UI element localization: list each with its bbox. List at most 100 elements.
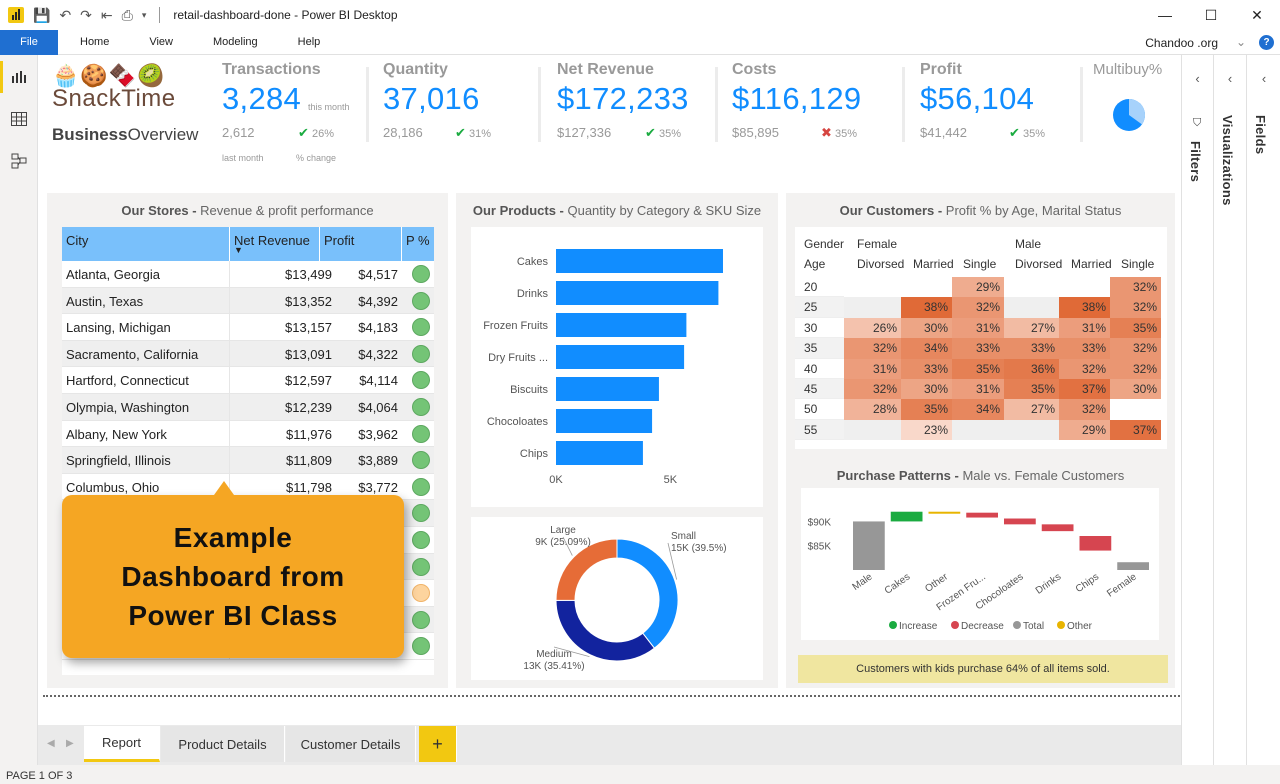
account-name[interactable]: Chandoo .org (1145, 36, 1218, 50)
redo-icon[interactable]: ↷ (80, 8, 92, 22)
purchase-waterfall-chart[interactable]: $90K $85K Male Cakes Other Frozen Fru... Choco… (801, 488, 1159, 640)
heatmap-cell[interactable]: 32% (1110, 277, 1161, 298)
heatmap-cell[interactable]: 32% (952, 297, 1004, 318)
heatmap-cell[interactable]: 29% (952, 277, 1004, 298)
collapse-chevron-icon[interactable]: ‹ (1247, 71, 1280, 86)
heatmap-cell[interactable]: 32% (844, 338, 901, 359)
undo-icon[interactable]: ↶ (59, 8, 71, 22)
file-tab[interactable]: File (0, 29, 58, 55)
sort-desc-icon[interactable]: ▼ (234, 245, 243, 255)
heatmap-cell[interactable]: 32% (1110, 297, 1161, 318)
heatmap-cell[interactable]: 32% (1110, 358, 1161, 379)
add-page-button[interactable]: + (419, 726, 457, 762)
table-row[interactable]: Lansing, Michigan $13,157 $4,183 (62, 314, 434, 341)
heatmap-cell[interactable]: 29% (1059, 419, 1110, 441)
kpi-net-revenue[interactable]: Net Revenue $172,233 $127,336 ✔ 35% (557, 61, 717, 151)
category-bar-chart[interactable]: Cakes Drinks Frozen Fruits Dry Fruits ... Bi… (471, 227, 763, 507)
tab-report[interactable]: Report (84, 726, 160, 762)
kpi-quantity[interactable]: Quantity 37,016 28,186 ✔ 31% (383, 61, 543, 151)
heatmap-cell[interactable]: 27% (1004, 399, 1059, 420)
table-row[interactable]: Austin, Texas $13,352 $4,392 (62, 287, 434, 315)
fields-pane[interactable]: ‹ Fields (1247, 55, 1280, 765)
heatmap-cell[interactable]: 35% (1004, 379, 1059, 400)
table-row[interactable]: Springfield, Illinois $11,809 $3,889 (62, 447, 434, 474)
heatmap-cell[interactable]: 28% (844, 399, 901, 420)
table-row[interactable]: Atlanta, Georgia $13,499 $4,517 (62, 261, 434, 288)
collapse-chevron-icon[interactable]: ‹ (1214, 71, 1246, 86)
heatmap-cell[interactable]: 31% (844, 358, 901, 379)
data-view-icon[interactable] (9, 109, 29, 129)
heatmap-cell[interactable]: 31% (952, 317, 1004, 339)
heatmap-cell[interactable]: 37% (1110, 419, 1161, 441)
heatmap-cell[interactable] (844, 419, 901, 441)
collapse-chevron-icon[interactable]: ‹ (1182, 71, 1213, 86)
help-icon[interactable]: ? (1259, 35, 1274, 50)
heatmap-cell[interactable]: 30% (901, 317, 952, 339)
heatmap-cell[interactable]: 31% (1059, 317, 1110, 339)
report-view-icon[interactable] (0, 61, 29, 93)
heatmap-cell[interactable]: 30% (901, 379, 952, 400)
heatmap-cell[interactable] (844, 277, 901, 298)
tab-home[interactable]: Home (58, 36, 129, 48)
heatmap-cell[interactable]: 35% (952, 358, 1004, 379)
save-icon[interactable]: 💾 (33, 8, 50, 22)
heatmap-cell[interactable]: 23% (901, 419, 952, 441)
heatmap-cell[interactable] (1004, 277, 1059, 298)
heatmap-cell[interactable]: 27% (1004, 317, 1059, 339)
heatmap-cell[interactable]: 31% (952, 379, 1004, 400)
format-painter-icon[interactable]: ⇤ (101, 8, 113, 22)
column-header-profit[interactable]: Profit (324, 233, 354, 248)
kpi-costs[interactable]: Costs $116,129 $85,895 ✖ 35% (732, 61, 892, 151)
heatmap-cell[interactable]: 32% (1110, 338, 1161, 359)
model-view-icon[interactable] (9, 151, 29, 171)
heatmap-cell[interactable] (1004, 419, 1059, 441)
table-row[interactable]: Hartford, Connecticut $12,597 $4,114 (62, 367, 434, 394)
maximize-button[interactable]: ☐ (1188, 0, 1234, 30)
heatmap-cell[interactable] (844, 297, 901, 318)
profit-heatmap[interactable]: Gender Age Female Male Divorsed Married … (795, 227, 1167, 449)
minimize-button[interactable]: — (1142, 0, 1188, 30)
tab-customer-details[interactable]: Customer Details (286, 726, 416, 762)
tab-view[interactable]: View (129, 36, 193, 48)
kpi-multibuy[interactable]: Multibuy% (1093, 61, 1173, 151)
heatmap-cell[interactable]: 33% (1059, 338, 1110, 359)
heatmap-cell[interactable]: 37% (1059, 379, 1110, 400)
heatmap-cell[interactable]: 32% (844, 379, 901, 400)
tab-product-details[interactable]: Product Details (161, 726, 285, 762)
kpi-transactions[interactable]: Transactions 3,284 this month 2,612 last… (222, 61, 362, 163)
heatmap-cell[interactable]: 26% (844, 317, 901, 339)
heatmap-cell[interactable]: 33% (952, 338, 1004, 359)
heatmap-cell[interactable]: 35% (901, 399, 952, 420)
heatmap-cell[interactable]: 33% (901, 358, 952, 379)
column-header-profit-pct[interactable]: P % (406, 233, 430, 248)
filters-pane[interactable]: ‹ ⛉ Filters (1182, 55, 1214, 765)
heatmap-cell[interactable] (1110, 399, 1161, 420)
heatmap-cell[interactable] (952, 419, 1004, 441)
sku-size-donut-chart[interactable]: Small 15K (39.5%) Medium 13K (35.41%) Large 9… (471, 517, 763, 680)
heatmap-cell[interactable]: 35% (1110, 317, 1161, 339)
tab-help[interactable]: Help (278, 36, 341, 48)
heatmap-cell[interactable]: 33% (1004, 338, 1059, 359)
column-header-city[interactable]: City (66, 233, 88, 248)
column-header-net-revenue[interactable]: Net Revenue (234, 233, 310, 248)
ribbon-expand-chevron-icon[interactable]: ⌄ (1236, 35, 1246, 49)
close-button[interactable]: ✕ (1234, 0, 1280, 30)
heatmap-cell[interactable]: 34% (901, 338, 952, 359)
tab-modeling[interactable]: Modeling (193, 36, 278, 48)
heatmap-cell[interactable]: 38% (901, 297, 952, 318)
table-row[interactable]: Olympia, Washington $12,239 $4,064 (62, 394, 434, 421)
visualizations-pane[interactable]: ‹ Visualizations (1214, 55, 1247, 765)
heatmap-cell[interactable]: 34% (952, 399, 1004, 420)
heatmap-cell[interactable] (1004, 297, 1059, 318)
next-page-arrow-icon[interactable]: ▶ (66, 738, 74, 749)
heatmap-cell[interactable]: 32% (1059, 399, 1110, 420)
kpi-profit[interactable]: Profit $56,104 $41,442 ✔ 35% (920, 61, 1080, 151)
heatmap-cell[interactable]: 30% (1110, 379, 1161, 400)
heatmap-cell[interactable] (901, 277, 952, 298)
heatmap-cell[interactable]: 38% (1059, 297, 1110, 318)
print-icon[interactable]: ⎙ (122, 8, 133, 22)
heatmap-cell[interactable]: 36% (1004, 358, 1059, 379)
table-row[interactable]: Sacramento, California $13,091 $4,322 (62, 340, 434, 368)
heatmap-cell[interactable]: 32% (1059, 358, 1110, 379)
heatmap-cell[interactable] (1059, 277, 1110, 298)
